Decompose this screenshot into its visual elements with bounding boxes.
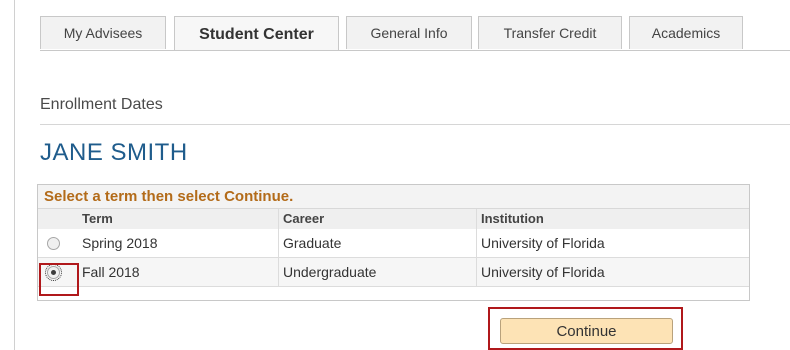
column-divider (476, 209, 477, 287)
career-cell: Undergraduate (283, 264, 377, 280)
radio-highlight-box (39, 263, 79, 296)
tab-transfer-credit[interactable]: Transfer Credit (478, 16, 622, 49)
column-header-institution: Institution (481, 211, 544, 226)
column-header-career: Career (283, 211, 325, 226)
table-row[interactable]: Fall 2018 Undergraduate University of Fl… (38, 258, 749, 287)
continue-button[interactable]: Continue (500, 318, 673, 344)
tab-underline (40, 50, 790, 51)
continue-highlight-box: Continue (488, 307, 683, 350)
institution-cell: University of Florida (481, 235, 605, 251)
term-cell: Spring 2018 (82, 235, 158, 251)
career-cell: Graduate (283, 235, 342, 251)
section-divider (40, 124, 790, 125)
grid-header: Term Career Institution (38, 209, 749, 230)
section-title: Enrollment Dates (40, 96, 163, 113)
tab-general-info[interactable]: General Info (346, 16, 472, 49)
tab-academics[interactable]: Academics (629, 16, 743, 49)
student-name: JANE SMITH (40, 139, 188, 166)
tab-my-advisees[interactable]: My Advisees (40, 16, 166, 49)
column-divider (278, 209, 279, 287)
tab-student-center[interactable]: Student Center (174, 16, 339, 51)
institution-cell: University of Florida (481, 264, 605, 280)
term-grid: Select a term then select Continue. Term… (37, 184, 750, 301)
grid-caption: Select a term then select Continue. (38, 185, 749, 209)
column-header-term: Term (82, 211, 113, 226)
term-radio-spring-2018[interactable] (47, 237, 60, 250)
term-cell: Fall 2018 (82, 264, 140, 280)
table-row[interactable]: Spring 2018 Graduate University of Flori… (38, 229, 749, 258)
